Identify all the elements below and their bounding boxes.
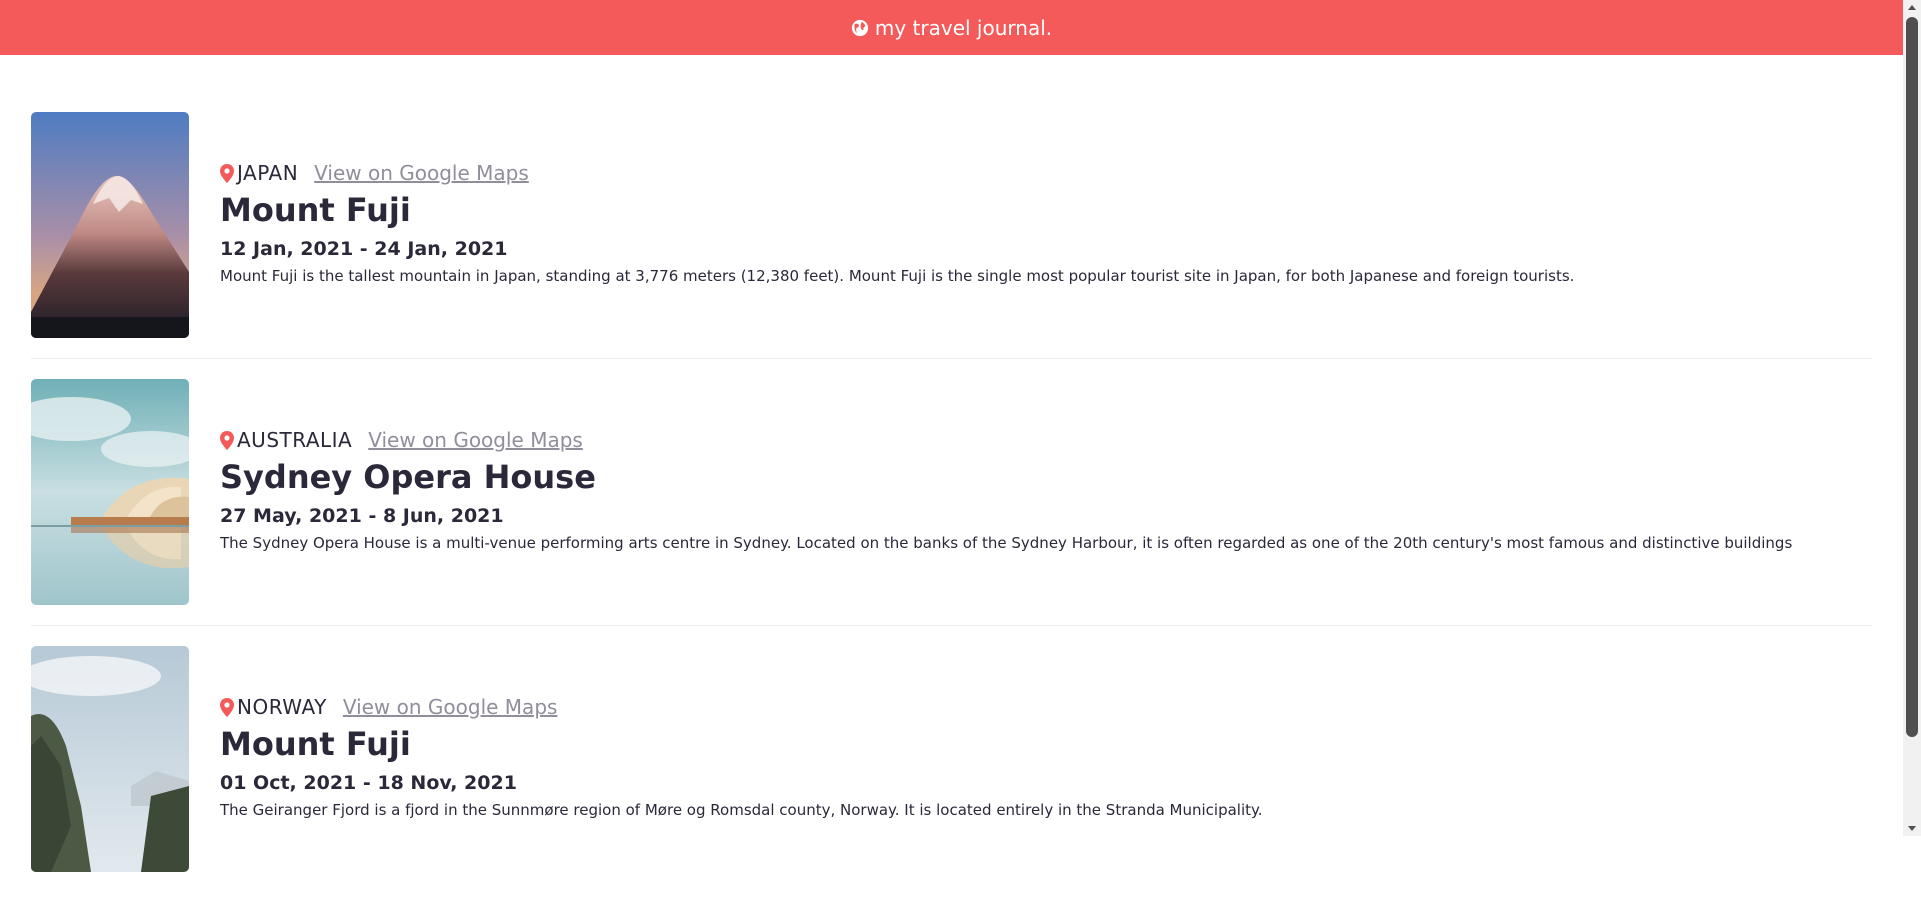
entry-description: The Geiranger Fjord is a fjord in the Su… — [220, 801, 1263, 819]
entry-photo — [31, 112, 189, 338]
scrollbar-thumb[interactable] — [1906, 17, 1918, 737]
location-row: NORWAY View on Google Maps — [220, 694, 1872, 720]
entry-description: Mount Fuji is the tallest mountain in Ja… — [220, 267, 1575, 285]
journal-entry: JAPAN View on Google Maps Mount Fuji 12 … — [31, 112, 1872, 379]
entry-photo — [31, 379, 189, 605]
scroll-up-icon[interactable] — [1908, 5, 1916, 10]
entry-divider — [31, 625, 1872, 626]
top-navbar: my travel journal. — [0, 0, 1903, 55]
map-pin-icon — [220, 163, 234, 183]
location-row: AUSTRALIA View on Google Maps — [220, 427, 1872, 453]
entry-title: Mount Fuji — [220, 191, 411, 229]
entry-dates: 12 Jan, 2021 - 24 Jan, 2021 — [220, 238, 508, 260]
google-maps-link[interactable]: View on Google Maps — [368, 428, 583, 452]
entry-info: NORWAY View on Google Maps Mount Fuji 01… — [220, 694, 1872, 820]
entry-divider — [31, 358, 1872, 359]
entry-dates: 27 May, 2021 - 8 Jun, 2021 — [220, 505, 504, 527]
entry-description: The Sydney Opera House is a multi-venue … — [220, 534, 1793, 552]
country-label: AUSTRALIA — [237, 428, 353, 452]
location-row: JAPAN View on Google Maps — [220, 160, 1872, 186]
entry-photo — [31, 646, 189, 872]
google-maps-link[interactable]: View on Google Maps — [343, 695, 558, 719]
entry-info: JAPAN View on Google Maps Mount Fuji 12 … — [220, 160, 1872, 286]
country-label: NORWAY — [237, 695, 327, 719]
entry-info: AUSTRALIA View on Google Maps Sydney Ope… — [220, 427, 1872, 553]
globe-icon — [851, 19, 868, 36]
google-maps-link[interactable]: View on Google Maps — [314, 161, 529, 185]
app-title: my travel journal. — [874, 15, 1053, 40]
entry-dates: 01 Oct, 2021 - 18 Nov, 2021 — [220, 772, 517, 794]
journal-list: JAPAN View on Google Maps Mount Fuji 12 … — [31, 112, 1872, 913]
entry-title: Sydney Opera House — [220, 458, 596, 496]
scroll-down-icon[interactable] — [1908, 826, 1916, 831]
journal-entry: AUSTRALIA View on Google Maps Sydney Ope… — [31, 379, 1872, 646]
map-pin-icon — [220, 697, 234, 717]
map-pin-icon — [220, 430, 234, 450]
vertical-scrollbar[interactable] — [1903, 0, 1921, 836]
journal-entry: NORWAY View on Google Maps Mount Fuji 01… — [31, 646, 1872, 913]
country-label: JAPAN — [237, 161, 299, 185]
entry-title: Mount Fuji — [220, 725, 411, 763]
